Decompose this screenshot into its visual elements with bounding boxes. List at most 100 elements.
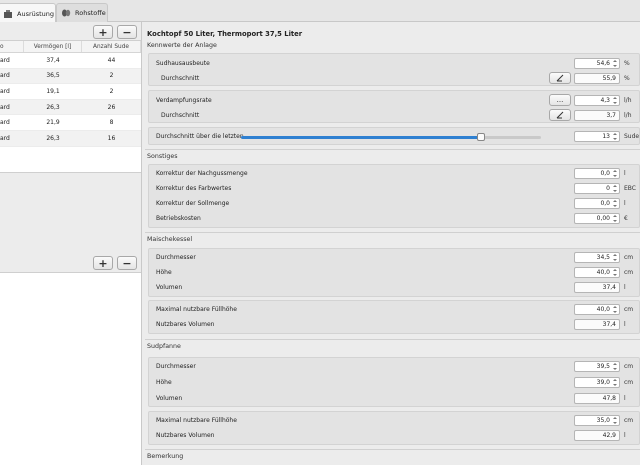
- table-row[interactable]: ard 21,9 8: [0, 115, 141, 131]
- apply-vr-average-button[interactable]: [549, 109, 571, 121]
- cell-volume: 36,5: [46, 72, 60, 80]
- label-mk-hoehe: Höhe: [156, 269, 172, 276]
- section-title-maischekessel: Maischekessel: [147, 236, 193, 243]
- label-mk-durchmesser: Durchmesser: [156, 254, 196, 261]
- header-name[interactable]: o: [0, 41, 24, 52]
- cell-brew-count: 8: [109, 119, 114, 127]
- cell-name: ard: [0, 87, 10, 95]
- equipment-list-buttons: + −: [93, 25, 137, 39]
- label-sudhausausbeute: Sudhausausbeute: [156, 60, 210, 67]
- cell-brew-count: 16: [107, 134, 116, 142]
- section-title-sudpfanne: Sudpfanne: [147, 343, 181, 350]
- tab-ausruestung[interactable]: Ausrüstung: [0, 3, 56, 23]
- label-mk-nutzvol: Nutzbares Volumen: [156, 321, 215, 328]
- table-row[interactable]: ard 19,1 2: [0, 84, 141, 100]
- table-row[interactable]: ard 26,3 26: [0, 99, 141, 116]
- add-equipment-button[interactable]: +: [93, 25, 113, 39]
- section-divider: [145, 149, 640, 150]
- sha-average-value: 55,9: [574, 73, 620, 84]
- equipment-details-pane: Kochtopf 50 Liter, Thermoport 37,5 Liter…: [145, 27, 640, 465]
- betriebskosten-input[interactable]: 0,00: [574, 213, 620, 224]
- cell-volume: 21,9: [46, 119, 60, 127]
- mk-volumen-value: 37,4: [574, 282, 620, 293]
- row-mk-hoehe: Höhe 40,0 cm: [149, 266, 640, 280]
- unit-farbwert: EBC: [624, 185, 636, 192]
- table-row[interactable]: ard 26,3 16: [0, 130, 141, 147]
- row-mk-volumen: Volumen 37,4 l: [149, 281, 640, 295]
- average-window-input[interactable]: 13: [574, 131, 620, 142]
- tab-ausruestung-label: Ausrüstung: [17, 9, 55, 18]
- header-volume[interactable]: Vermögen [l]: [24, 41, 82, 52]
- group-average-window: Durchschnitt über die letzten 13 Sude: [148, 127, 640, 145]
- row-average-window: Durchschnitt über die letzten 13 Sude: [149, 130, 640, 144]
- cell-name: ard: [0, 72, 10, 80]
- apply-average-icon: [556, 74, 564, 82]
- label-sp-nutzvol: Nutzbares Volumen: [156, 432, 215, 439]
- sp-volumen-value: 47,8: [574, 393, 620, 404]
- verdampfungsrate-more-button[interactable]: ...: [549, 94, 571, 106]
- group-sudpfanne-fill: Maximal nutzbare Füllhöhe 35,0 cm Nutzba…: [148, 411, 640, 445]
- sp-hoehe-input[interactable]: 39,0: [574, 377, 620, 388]
- mk-hoehe-input[interactable]: 40,0: [574, 267, 620, 278]
- label-sp-volumen: Volumen: [156, 395, 183, 402]
- sp-durchmesser-input[interactable]: 39,5: [574, 361, 620, 372]
- equipment-icon: [3, 9, 13, 19]
- unit-betriebskosten: €: [624, 215, 628, 222]
- label-sollmenge: Korrektur der Sollmenge: [156, 200, 230, 207]
- cell-brew-count: 2: [109, 72, 114, 80]
- tab-rohstoffe[interactable]: Rohstoffe: [56, 3, 108, 22]
- cell-volume: 26,3: [46, 134, 60, 142]
- mk-max-fuell-input[interactable]: 40,0: [574, 304, 620, 315]
- row-sha-average: Durchschnitt 55,9 %: [149, 72, 640, 86]
- row-farbwert: Korrektur des Farbwertes 0 EBC: [149, 182, 640, 196]
- sudhausausbeute-input[interactable]: 54,6: [574, 58, 620, 69]
- label-verdampfungsrate: Verdampfungsrate: [156, 97, 212, 104]
- slider-handle[interactable]: [477, 133, 485, 141]
- section-title-sonstiges: Sonstiges: [147, 153, 178, 160]
- mk-nutzvol-value: 37,4: [574, 319, 620, 330]
- group-maischekessel-dims: Durchmesser 34,5 cm Höhe 40,0 cm Volumen…: [148, 248, 640, 297]
- table-row[interactable]: ard 37,4 44: [0, 53, 141, 69]
- unit-sp-volumen: l: [624, 395, 626, 402]
- remove-equipment-button[interactable]: −: [117, 25, 137, 39]
- farbwert-input[interactable]: 0: [574, 183, 620, 194]
- add-vessel-button[interactable]: +: [93, 256, 113, 270]
- apply-sha-average-button[interactable]: [549, 72, 571, 84]
- label-mk-volumen: Volumen: [156, 284, 183, 291]
- mk-durchmesser-input[interactable]: 34,5: [574, 252, 620, 263]
- row-sp-nutzvol: Nutzbares Volumen 42,9 l: [149, 429, 640, 443]
- remove-vessel-button[interactable]: −: [117, 256, 137, 270]
- nachguss-input[interactable]: 0,0: [574, 168, 620, 179]
- label-average-window: Durchschnitt über die letzten: [156, 133, 244, 140]
- cell-volume: 37,4: [46, 56, 60, 64]
- unit-sollmenge: l: [624, 200, 626, 207]
- row-mk-nutzvol: Nutzbares Volumen 37,4 l: [149, 318, 640, 332]
- row-nachguss: Korrektur der Nachgussmenge 0,0 l: [149, 167, 640, 181]
- cell-brew-count: 2: [109, 87, 114, 95]
- cell-name: ard: [0, 134, 10, 142]
- lower-table: [0, 272, 141, 465]
- row-sp-volumen: Volumen 47,8 l: [149, 392, 640, 406]
- unit-mk-volumen: l: [624, 284, 626, 291]
- unit-nachguss: l: [624, 170, 626, 177]
- unit-sp-nutzvol: l: [624, 432, 626, 439]
- label-sp-max-fuell: Maximal nutzbare Füllhöhe: [156, 417, 237, 424]
- unit-sp-durchmesser: cm: [624, 363, 634, 370]
- equipment-table: o Vermögen [l] Anzahl Sude ard 37,4 44 a…: [0, 40, 141, 173]
- unit-average-window: Sude: [624, 133, 640, 140]
- table-row[interactable]: ard 36,5 2: [0, 68, 141, 85]
- cell-brew-count: 44: [107, 56, 116, 64]
- verdampfungsrate-input[interactable]: 4,3: [574, 95, 620, 106]
- sp-max-fuell-input[interactable]: 35,0: [574, 415, 620, 426]
- row-mk-durchmesser: Durchmesser 34,5 cm: [149, 251, 640, 265]
- row-sp-durchmesser: Durchmesser 39,5 cm: [149, 360, 640, 374]
- row-betriebskosten: Betriebskosten 0,00 €: [149, 212, 640, 226]
- header-brew-count[interactable]: Anzahl Sude: [82, 41, 141, 52]
- label-mk-max-fuell: Maximal nutzbare Füllhöhe: [156, 306, 237, 313]
- sollmenge-input[interactable]: 0,0: [574, 198, 620, 209]
- section-divider: [145, 339, 640, 340]
- unit-sp-max-fuell: cm: [624, 417, 634, 424]
- average-window-slider[interactable]: [241, 133, 541, 141]
- section-divider: [145, 449, 640, 450]
- unit-sudhausausbeute: %: [624, 60, 630, 67]
